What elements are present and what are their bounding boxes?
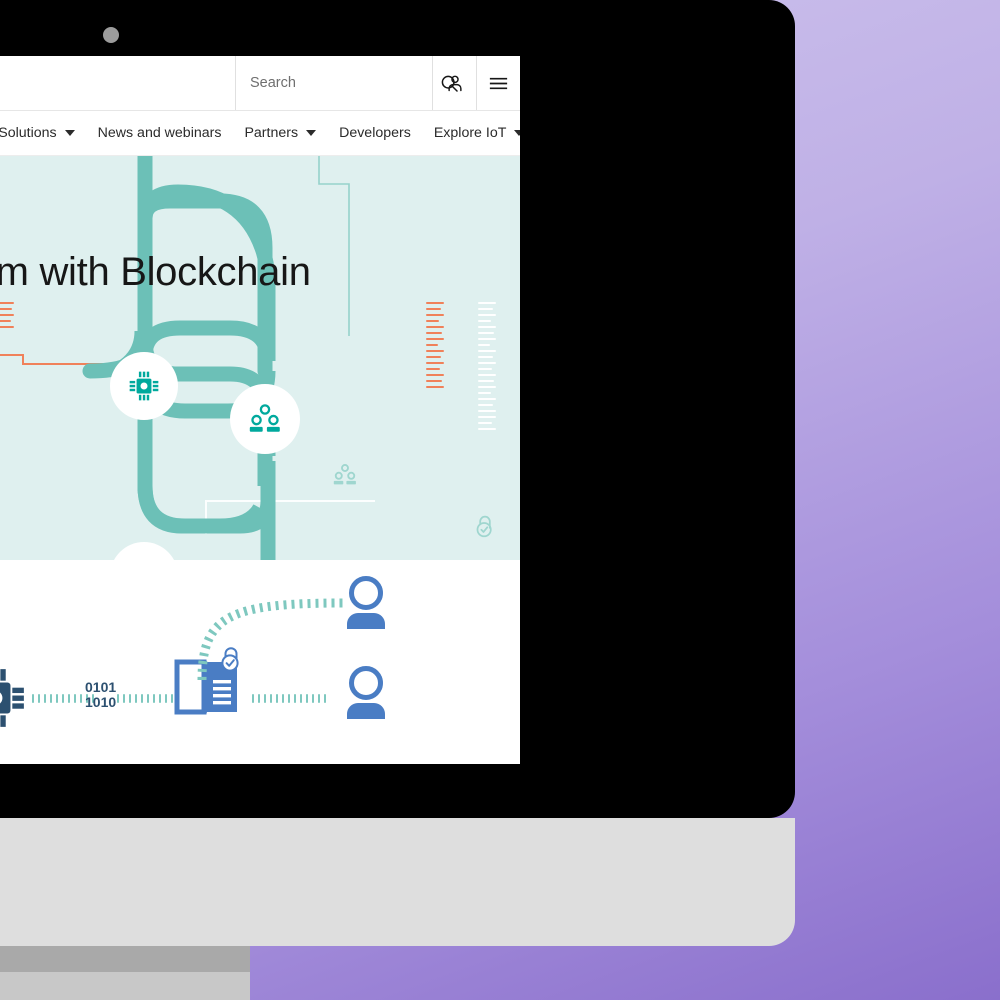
benefits-section: Send device data to private blockchain l…: [0, 560, 520, 764]
chevron-down-icon: [306, 130, 317, 136]
user-avatar-icon: [347, 576, 385, 629]
lock-check-icon-small: [476, 515, 492, 538]
desk-surface-upper: [0, 946, 250, 972]
nav-item-news-and-webinars[interactable]: News and webinars: [98, 125, 222, 141]
nav-item-partners[interactable]: Partners: [244, 125, 317, 141]
webcam-dot: [103, 27, 119, 43]
nav-item-developers[interactable]: Developers: [339, 125, 411, 141]
people-group-bubble: [230, 384, 300, 454]
nav-item-label: Partners: [244, 125, 299, 141]
laptop-base: [0, 818, 795, 946]
nav-item-solutions[interactable]: Solutions: [0, 125, 75, 141]
main-navigation: What is Watson IoT Solutions News and we…: [0, 111, 520, 156]
nav-item-explore-iot[interactable]: Explore IoT: [434, 125, 520, 141]
binary-icon: 0101 1010: [85, 679, 117, 711]
desk-surface-lower: [0, 972, 250, 1000]
tick-column-orange-1: [0, 302, 14, 332]
data-stream-segment-2: [117, 694, 173, 703]
browser-viewport: What is Watson IoT Solutions News and we…: [0, 56, 520, 764]
hamburger-menu-icon[interactable]: [476, 56, 520, 110]
search-input[interactable]: [248, 74, 439, 92]
people-group-icon-small: [333, 464, 356, 485]
chip-bubble: [110, 352, 178, 420]
chip-icon: [0, 669, 24, 727]
site-header: [0, 56, 520, 111]
chip-icon: [129, 371, 159, 401]
benefits-illustration: 0101 1010: [0, 570, 520, 760]
chevron-down-icon: [514, 130, 520, 136]
user-avatar-icon: [347, 666, 385, 719]
nav-item-label: Solutions: [0, 125, 57, 141]
tick-column-orange-3: [426, 302, 444, 392]
search-box[interactable]: [235, 56, 458, 110]
nav-item-label: Developers: [339, 125, 411, 141]
data-stream-segment-3: [252, 694, 326, 703]
laptop-lid: What is Watson IoT Solutions News and we…: [0, 0, 795, 818]
hero-section: 0101 1010: [0, 156, 520, 560]
nav-item-label: Explore IoT: [433, 125, 507, 141]
chevron-down-icon: [64, 130, 75, 136]
screenshot-stage: What is Watson IoT Solutions News and we…: [0, 0, 1000, 1000]
people-group-icon: [249, 404, 280, 432]
data-stream-curve: [197, 598, 346, 681]
nav-item-label: News and webinars: [97, 125, 222, 141]
account-icon[interactable]: [432, 56, 476, 110]
header-logo-area: [0, 56, 235, 110]
hero-illustration: 0101 1010: [0, 156, 520, 560]
tick-column-white-2: [478, 302, 496, 434]
